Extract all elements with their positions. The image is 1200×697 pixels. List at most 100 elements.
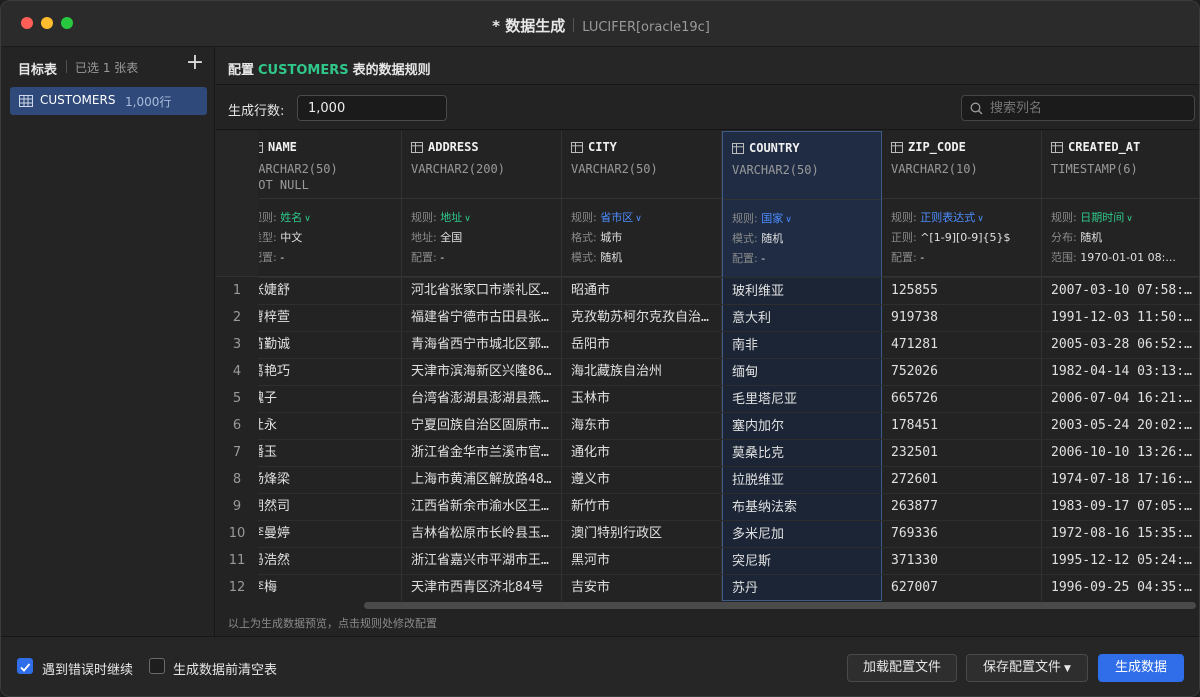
column-rule-config[interactable]: 规则: 国家 ∨ 模式: 随机 配置: - [723, 200, 881, 278]
rule-value: 全国 [440, 231, 463, 244]
rule-line[interactable]: 规则: 国家 ∨ [732, 210, 792, 226]
sidebar-item-customers[interactable]: CUSTOMERS 1,000行 [10, 87, 207, 115]
generate-button[interactable]: 生成数据 [1098, 654, 1184, 682]
table-cell: 魏子 [259, 391, 278, 406]
table-cell: 吉林省松原市长岭县玉... [411, 526, 556, 541]
table-cell: 263877 [891, 499, 938, 514]
column-rule-config[interactable]: 规则: 日期时间 ∨ 分布: 随机 范围: 1970-01-01 08:... [1042, 199, 1199, 277]
window-title-group: * 数据生成 LUCIFER[oracle19c] [1, 15, 1199, 36]
rule-value[interactable]: 日期时间 [1080, 211, 1124, 224]
rule-value[interactable]: 地址 [440, 211, 462, 224]
column-city[interactable]: CITY VARCHAR2(50) 规则: 省市区 ∨ 格式: 城市 模式: 随机 昭通市克… [562, 131, 722, 601]
column-name: CREATED_AT [1051, 140, 1140, 154]
column-zip-code[interactable]: ZIP_CODE VARCHAR2(10) 规则: 正则表达式 ∨ 正则: ^[1-9]… [882, 131, 1042, 601]
column-search[interactable] [961, 95, 1195, 121]
rule-line: 配置: - [891, 249, 924, 265]
column-country[interactable]: COUNTRY VARCHAR2(50) 规则: 国家 ∨ 模式: 随机 配置: - 玻利维… [722, 131, 882, 601]
search-input[interactable] [990, 99, 1190, 117]
row-divider [216, 277, 1199, 278]
rule-key: 规则: [259, 211, 277, 224]
row-divider [216, 358, 1199, 359]
table-cell: 杨烽梁 [259, 472, 291, 487]
column-table-icon [259, 142, 263, 153]
continue-on-error-checkbox[interactable] [17, 658, 33, 674]
chevron-down-icon: ∨ [304, 214, 311, 224]
column-table-icon [1051, 142, 1063, 153]
column-header[interactable]: CREATED_AT TIMESTAMP(6) [1042, 131, 1199, 199]
rule-value: 随机 [761, 232, 784, 245]
table-cell: 苗勤诚 [259, 337, 291, 352]
table-cell: 752026 [891, 364, 938, 379]
table-cell: 1991-12-03 11:50:... [1051, 310, 1196, 325]
checkmark-icon [20, 663, 31, 672]
row-number-header [216, 131, 258, 277]
column-name-text: NAME [268, 140, 297, 154]
column-name-text: ZIP_CODE [908, 140, 966, 154]
horizontal-scrollbar[interactable] [364, 602, 1196, 609]
column-header[interactable]: NAME VARCHAR2(50) NOT NULL [259, 131, 401, 199]
column-rule-config[interactable]: 规则: 地址 ∨ 地址: 全国 配置: - [402, 199, 561, 277]
table-cell: 1996-09-25 04:35:... [1051, 580, 1196, 595]
rule-value: ^[1-9][0-9]{5}$ [920, 231, 1011, 244]
table-cell: 拉脱维亚 [732, 473, 785, 488]
row-number: 7 [232, 445, 242, 460]
rule-value[interactable]: 姓名 [280, 211, 302, 224]
sidebar: 目标表 已选 1 张表 + CUSTOMERS 1,000行 [1, 47, 215, 636]
column-header[interactable]: COUNTRY VARCHAR2(50) [723, 132, 881, 200]
rule-value: - [761, 252, 766, 265]
table-cell: 多米尼加 [732, 527, 785, 542]
column-name: NAME [259, 140, 297, 154]
load-config-button[interactable]: 加载配置文件 [847, 654, 957, 682]
row-divider [216, 520, 1199, 521]
row-number-column: 1 2 3 4 5 6 7 8 9 10 11 12 [216, 131, 258, 601]
selected-count: 已选 1 张表 [75, 61, 139, 75]
add-table-button[interactable]: + [185, 52, 205, 74]
rule-line: 模式: 随机 [571, 249, 622, 265]
rule-value[interactable]: 正则表达式 [920, 211, 975, 224]
chevron-down-icon: ∨ [635, 214, 642, 224]
row-number: 9 [232, 499, 242, 514]
rule-value[interactable]: 省市区 [600, 211, 633, 224]
rule-value: 随机 [600, 251, 623, 264]
table-cell: 布基纳法索 [732, 500, 798, 515]
rows-count-input[interactable] [297, 95, 447, 121]
column-name: COUNTRY [732, 141, 800, 155]
rule-key: 规则: [732, 212, 758, 225]
column-header[interactable]: ZIP_CODE VARCHAR2(10) [882, 131, 1041, 199]
chevron-down-icon: ∨ [977, 214, 984, 224]
rule-line[interactable]: 规则: 正则表达式 ∨ [891, 209, 984, 225]
rule-value: - [280, 251, 285, 264]
rule-key: 规则: [1051, 211, 1077, 224]
rule-line[interactable]: 规则: 地址 ∨ [411, 209, 471, 225]
column-rule-config[interactable]: 规则: 姓名∨类型: 中文配置: - [259, 199, 401, 277]
rule-line[interactable]: 规则: 日期时间 ∨ [1051, 209, 1133, 225]
column-created-at[interactable]: CREATED_AT TIMESTAMP(6) 规则: 日期时间 ∨ 分布: 随机 范围:… [1042, 131, 1199, 601]
continue-on-error-label[interactable]: 遇到错误时继续 [42, 659, 133, 678]
rule-value: - [920, 251, 925, 264]
row-number: 11 [228, 553, 246, 568]
table-cell: 苏丹 [732, 581, 759, 596]
heading-table-name: CUSTOMERS [258, 63, 349, 78]
table-cell: 玉林市 [571, 391, 611, 406]
table-cell: 昭通市 [571, 283, 611, 298]
column-header[interactable]: CITY VARCHAR2(50) [562, 131, 721, 199]
table-cell: 178451 [891, 418, 938, 433]
rule-line[interactable]: 规则: 省市区 ∨ [571, 209, 642, 225]
rule-key: 模式: [571, 251, 597, 264]
table-cell: 1982-04-14 03:13:... [1051, 364, 1196, 379]
column-address[interactable]: ADDRESS VARCHAR2(200) 规则: 地址 ∨ 地址: 全国 配置: - 河北… [402, 131, 562, 601]
rule-value[interactable]: 国家 [761, 212, 783, 225]
main-panel: 配置CUSTOMERS表的数据规则 生成行数: 123456789101112 … [216, 47, 1199, 636]
table-cell: 天津市西青区济北84号 [411, 580, 544, 595]
truncate-before-label[interactable]: 生成数据前清空表 [173, 659, 277, 678]
column-header[interactable]: ADDRESS VARCHAR2(200) [402, 131, 561, 199]
column-rule-config[interactable]: 规则: 省市区 ∨ 格式: 城市 模式: 随机 [562, 199, 721, 277]
rule-line[interactable]: 规则: 姓名∨ [259, 209, 311, 225]
main-header: 配置 CUSTOMERS 表的数据规则 [216, 47, 1199, 85]
sidebar-divider [66, 60, 67, 73]
chevron-down-icon: ∨ [464, 214, 471, 224]
truncate-before-checkbox[interactable] [149, 658, 165, 674]
column-rule-config[interactable]: 规则: 正则表达式 ∨ 正则: ^[1-9][0-9]{5}$ 配置: - [882, 199, 1041, 277]
save-config-button[interactable]: 保存配置文件 ▼ [966, 654, 1088, 682]
column-name[interactable]: NAMEVARCHAR2(50)NOT NULL规则: 姓名∨类型: 中文配置:… [259, 131, 402, 601]
